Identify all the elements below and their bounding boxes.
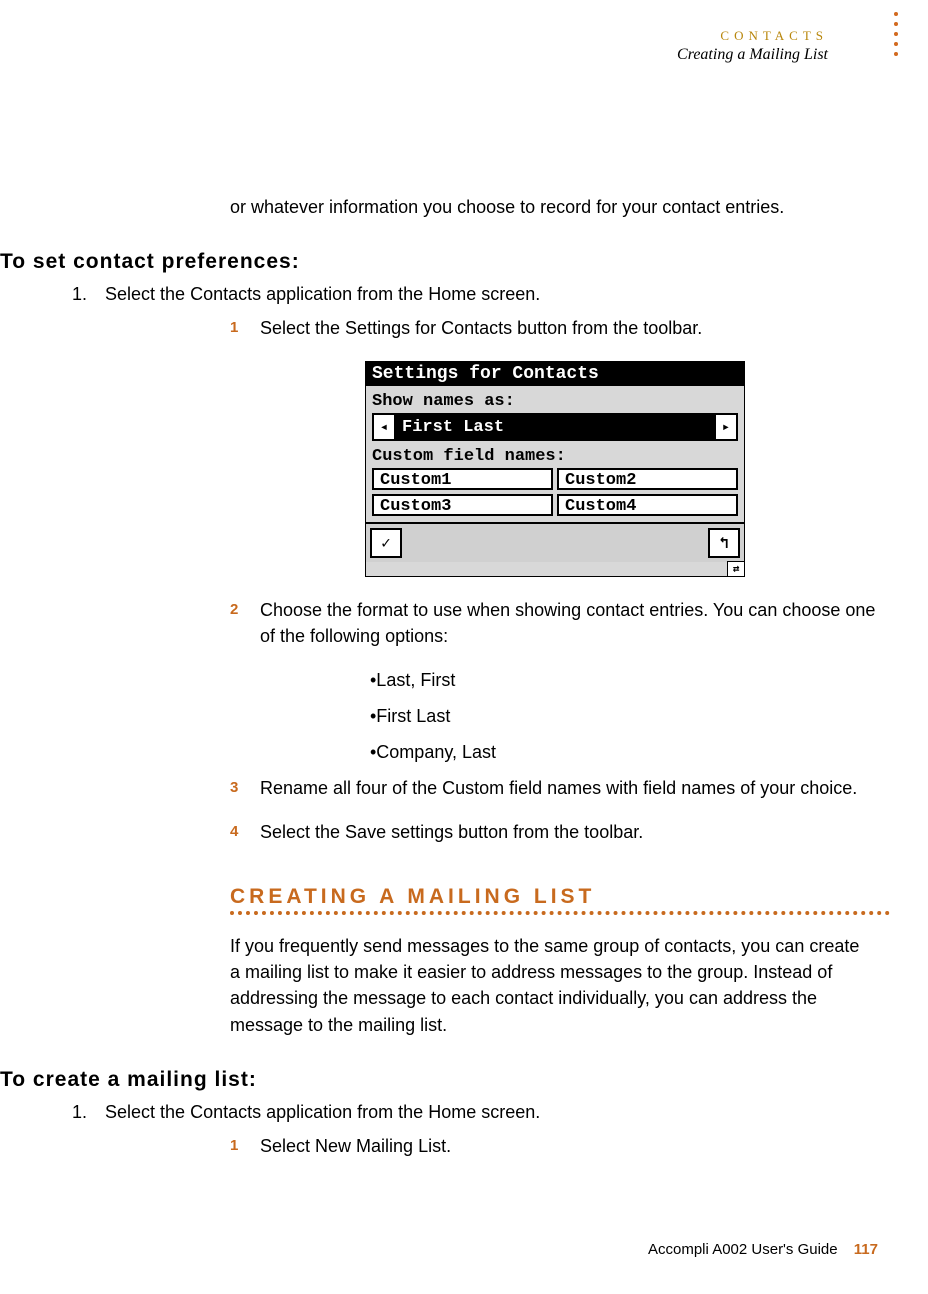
- inner-step-number: 3: [230, 775, 260, 801]
- inner-step-text: Choose the format to use when showing co…: [260, 597, 890, 649]
- inner-step: 3 Rename all four of the Custom field na…: [230, 775, 890, 801]
- dialog-title: Settings for Contacts: [366, 362, 744, 386]
- chapter-name: CONTACTS: [0, 28, 828, 44]
- section-intro-paragraph: If you frequently send messages to the s…: [230, 933, 870, 1037]
- inner-step-number: 2: [230, 597, 260, 649]
- back-arrow-icon: ↰: [719, 533, 729, 553]
- back-button[interactable]: ↰: [708, 528, 740, 558]
- format-option: •Last, First: [370, 667, 888, 695]
- inner-step: 1 Select New Mailing List.: [230, 1133, 890, 1159]
- continuation-paragraph: or whatever information you choose to re…: [230, 194, 840, 220]
- outer-step-text: Select the Contacts application from the…: [105, 284, 540, 304]
- custom3-field[interactable]: Custom3: [372, 494, 553, 516]
- section-divider: [230, 911, 890, 915]
- outer-step-1: 1. Select the Contacts application from …: [72, 1102, 888, 1123]
- inner-step: 4 Select the Save settings button from t…: [230, 819, 890, 845]
- guide-title: Accompli A002 User's Guide: [648, 1241, 838, 1258]
- page-number: 117: [854, 1241, 878, 1258]
- settings-dialog-screenshot: Settings for Contacts Show names as: ◂ F…: [365, 361, 745, 577]
- inner-step-text: Select the Settings for Contacts button …: [260, 315, 890, 341]
- outer-step-number: 1.: [72, 1102, 100, 1123]
- inner-step-text: Rename all four of the Custom field name…: [260, 775, 890, 801]
- show-names-value: First Last: [396, 415, 714, 439]
- inner-step-number: 1: [230, 1133, 260, 1159]
- dialog-toolbar: ✓ ↰: [366, 522, 744, 562]
- outer-step-1: 1. Select the Contacts application from …: [72, 284, 888, 305]
- chevron-right-icon[interactable]: ▸: [714, 415, 736, 439]
- custom2-field[interactable]: Custom2: [557, 468, 738, 490]
- custom4-field[interactable]: Custom4: [557, 494, 738, 516]
- custom1-field[interactable]: Custom1: [372, 468, 553, 490]
- show-names-select[interactable]: ◂ First Last ▸: [372, 413, 738, 441]
- inner-step-number: 4: [230, 819, 260, 845]
- custom-fields-label: Custom field names:: [372, 447, 738, 466]
- running-header: CONTACTS Creating a Mailing List: [0, 20, 888, 64]
- task-heading-set-preferences: To set contact preferences:: [0, 250, 888, 274]
- show-names-label: Show names as:: [372, 392, 738, 411]
- inner-step-text: Select the Save settings button from the…: [260, 819, 890, 845]
- save-button[interactable]: ✓: [370, 528, 402, 558]
- inner-step-text: Select New Mailing List.: [260, 1133, 890, 1159]
- section-name: Creating a Mailing List: [0, 46, 828, 64]
- decorative-dots: [894, 12, 898, 56]
- resize-corner-icon: ⇄: [727, 561, 745, 577]
- format-option: •First Last: [370, 703, 888, 731]
- outer-step-text: Select the Contacts application from the…: [105, 1102, 540, 1122]
- inner-step: 1 Select the Settings for Contacts butto…: [230, 315, 890, 341]
- section-heading-mailing-list: CREATING A MAILING LIST: [230, 885, 890, 909]
- outer-step-number: 1.: [72, 284, 100, 305]
- inner-step-number: 1: [230, 315, 260, 341]
- task-heading-create-list: To create a mailing list:: [0, 1068, 888, 1092]
- inner-step: 2 Choose the format to use when showing …: [230, 597, 890, 649]
- chevron-left-icon[interactable]: ◂: [374, 415, 396, 439]
- format-option: •Company, Last: [370, 739, 888, 767]
- page-footer: Accompli A002 User's Guide 117: [648, 1241, 878, 1258]
- check-icon: ✓: [381, 533, 391, 553]
